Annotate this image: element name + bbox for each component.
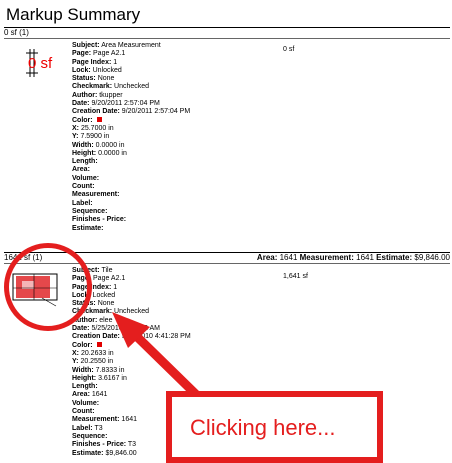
callout-text: Clicking here...	[190, 415, 336, 440]
callout-box: Clicking here...	[166, 391, 383, 463]
